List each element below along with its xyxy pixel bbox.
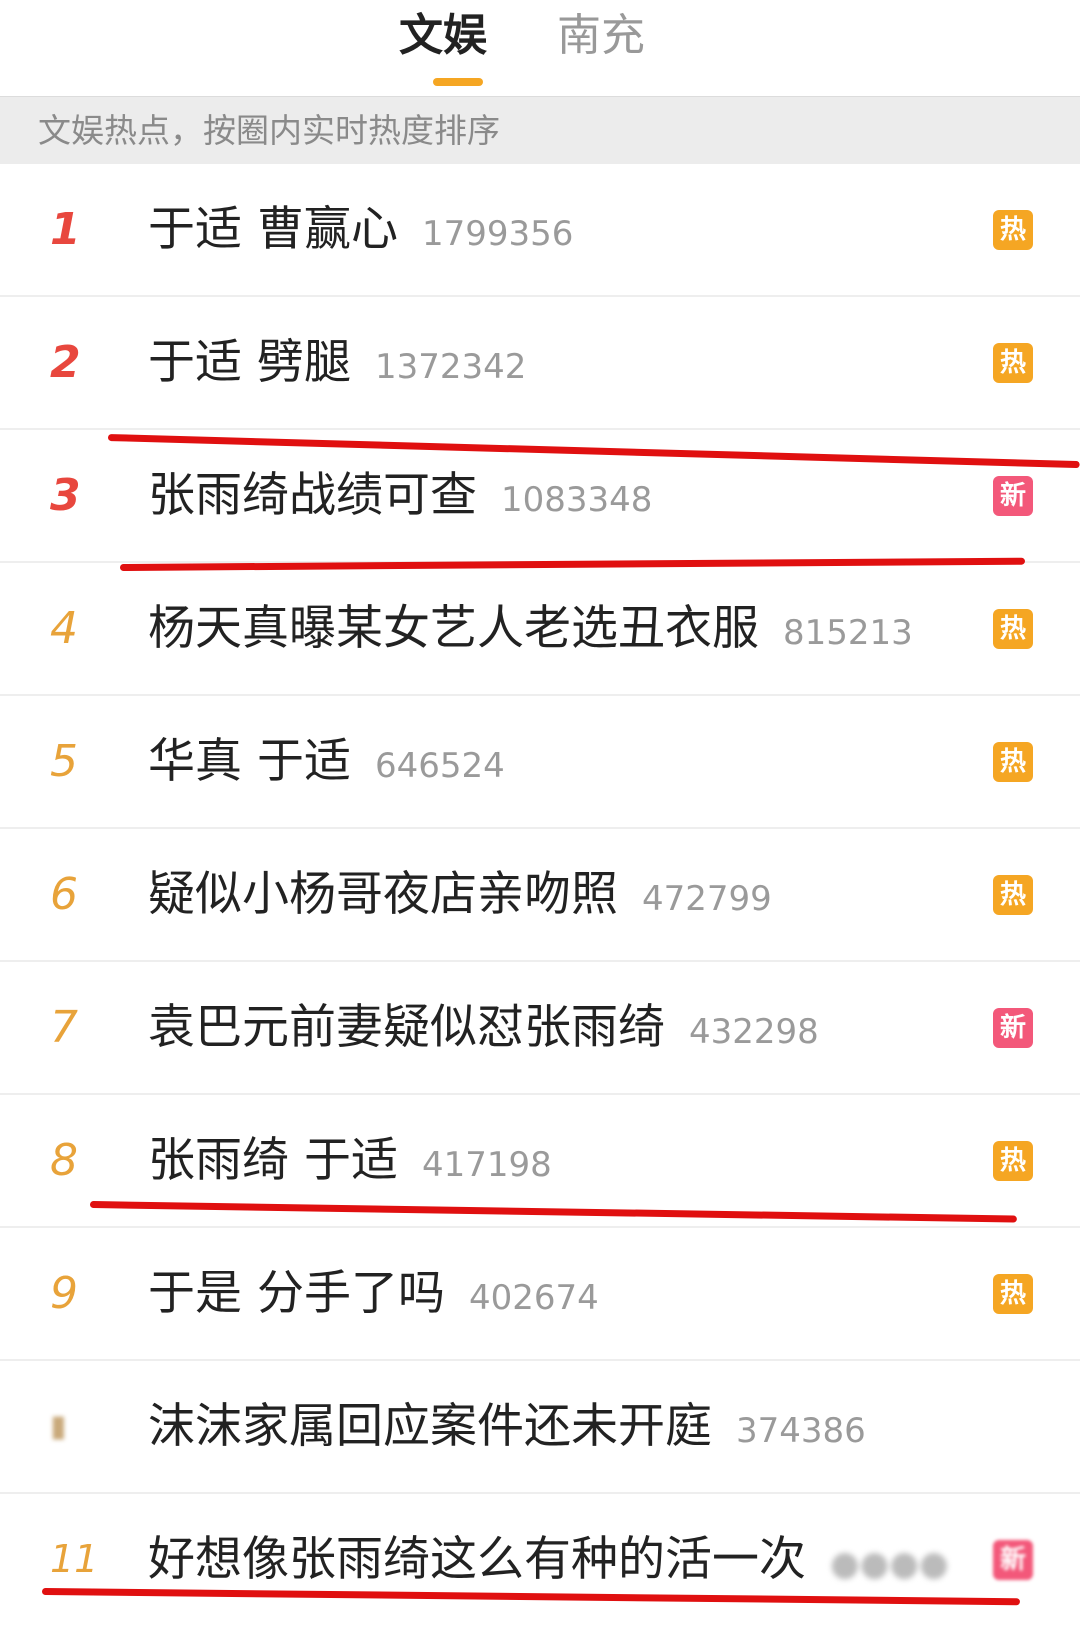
hot-badge: 热 [993,1274,1033,1314]
list-item[interactable]: 2 于适 劈腿 1372342 热 [0,297,1080,430]
hot-badge: 热 [993,875,1033,915]
hot-badge: 热 [993,1141,1033,1181]
heat-count: 1083348 [501,480,653,520]
topic-title: 疑似小杨哥夜店亲吻照 [148,867,618,922]
rank-number: 11 [50,1537,99,1581]
rank-number-obscured: ▮ [50,1409,67,1444]
active-tab-indicator [433,78,483,86]
hot-badge: 热 [993,343,1033,383]
heat-count: 374386 [736,1411,866,1451]
heat-count: 646524 [374,746,505,786]
hot-badge: 热 [993,609,1033,649]
heat-count: 1799356 [421,214,574,254]
tab-wenyu[interactable]: 文娱 [398,4,488,68]
rank-number: 7 [50,1002,78,1053]
list-item[interactable]: 6 疑似小杨哥夜店亲吻照 472799 热 [0,829,1080,962]
list-description: 文娱热点，按圈内实时热度排序 [0,96,1080,164]
rank-number: 1 [50,204,81,255]
heat-count: 402674 [468,1278,599,1318]
topic-title: 于是 分手了吗 [148,1266,445,1321]
topic-title: 于适 曹赢心 [148,202,398,257]
heat-count: 1372342 [374,347,527,387]
topic-title: 于适 劈腿 [148,335,351,390]
list-item[interactable]: 5 华真 于适 646524 热 [0,696,1080,829]
list-item[interactable]: 9 于是 分手了吗 402674 热 [0,1228,1080,1361]
hot-badge: 热 [993,210,1033,250]
new-badge: 新 [993,1008,1033,1048]
hot-search-list: 1 于适 曹赢心 1799356 热 2 于适 劈腿 1372342 热 3 张雨绮… [0,164,1080,1627]
heat-count-obscured: ●●●● [830,1544,949,1584]
topic-title: 张雨绮 于适 [148,1133,398,1188]
topic-title: 杨天真曝某女艺人老选丑衣服 [148,601,759,656]
list-item[interactable]: 4 杨天真曝某女艺人老选丑衣服 815213 热 [0,563,1080,696]
channel-tabs: 文娱 南充 [0,0,1080,96]
list-item[interactable]: 11 好想像张雨绮这么有种的活一次 ●●●● 新 [0,1494,1080,1627]
list-item[interactable]: 7 袁巴元前妻疑似怼张雨绮 432298 新 [0,962,1080,1095]
topic-title: 华真 于适 [148,734,351,789]
rank-number: 6 [50,869,78,920]
new-badge: 新 [993,476,1033,516]
hot-badge: 热 [993,742,1033,782]
list-item[interactable]: 1 于适 曹赢心 1799356 热 [0,164,1080,297]
heat-count: 472799 [642,879,772,919]
heat-count: 432298 [689,1012,819,1052]
heat-count: 815213 [783,613,913,653]
topic-title: 好想像张雨绮这么有种的活一次 [148,1532,806,1587]
rank-number: 9 [50,1268,78,1319]
rank-number: 5 [50,736,78,787]
topic-title: 沫沫家属回应案件还未开庭 [148,1399,712,1454]
topic-title: 张雨绮战绩可查 [148,468,477,523]
list-item[interactable]: ▮ 沫沫家属回应案件还未开庭 374386 [0,1361,1080,1494]
topic-title: 袁巴元前妻疑似怼张雨绮 [148,1000,665,1055]
rank-number: 2 [50,337,81,388]
heat-count: 417198 [421,1145,552,1185]
new-badge: 新 [993,1540,1033,1580]
rank-number: 3 [50,470,81,521]
rank-number: 4 [50,603,78,654]
tab-nanchong[interactable]: 南充 [556,4,646,68]
